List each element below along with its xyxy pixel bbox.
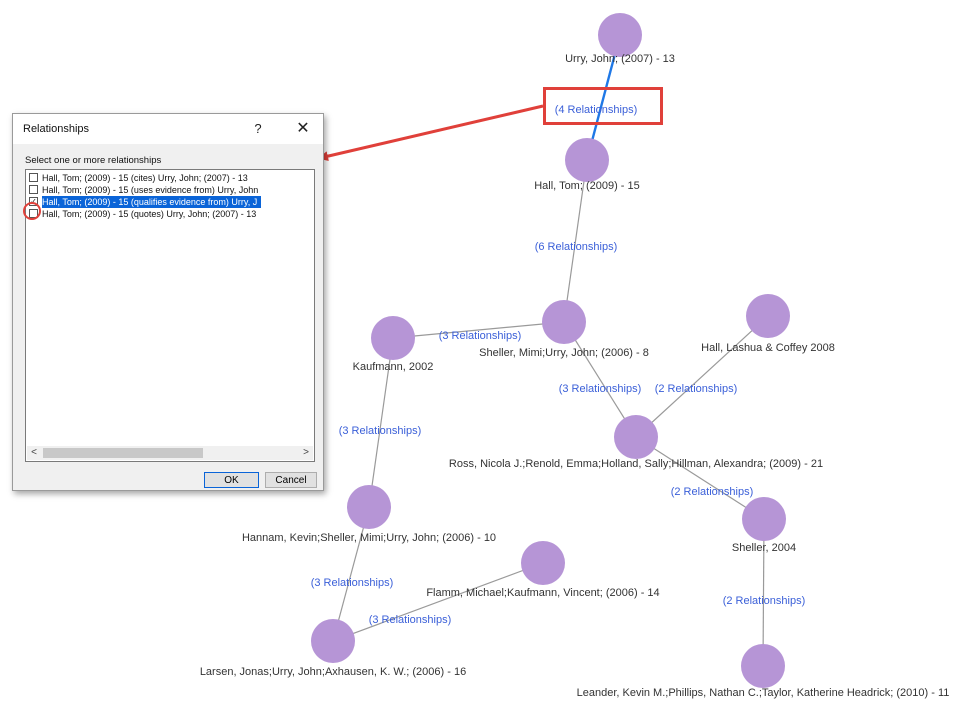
relationship-item[interactable]: Hall, Tom; (2009) - 15 (cites) Urry, Joh… bbox=[28, 172, 312, 184]
node-label: Leander, Kevin M.;Phillips, Nathan C.;Ta… bbox=[577, 687, 950, 699]
node-label: Hannam, Kevin;Sheller, Mimi;Urry, John; … bbox=[242, 532, 496, 544]
edge-label[interactable]: (2 Relationships) bbox=[655, 383, 738, 395]
graph-edge[interactable] bbox=[635, 436, 765, 520]
edge-label[interactable]: (3 Relationships) bbox=[311, 577, 394, 589]
relationship-item-label: Hall, Tom; (2009) - 15 (cites) Urry, Joh… bbox=[42, 173, 248, 183]
help-button[interactable]: ? bbox=[246, 118, 270, 140]
node-label: Flamm, Michael;Kaufmann, Vincent; (2006)… bbox=[426, 587, 659, 599]
relationship-item[interactable]: ✓ Hall, Tom; (2009) - 15 (qualifies evid… bbox=[28, 196, 312, 208]
relationship-checkbox[interactable] bbox=[29, 185, 38, 194]
graph-node[interactable] bbox=[614, 415, 658, 459]
relationships-dialog: Relationships ? ✕ Select one or more rel… bbox=[12, 113, 324, 491]
edge-label[interactable]: (3 Relationships) bbox=[559, 383, 642, 395]
node-label: Sheller, 2004 bbox=[732, 542, 796, 554]
node-label: Larsen, Jonas;Urry, John;Axhausen, K. W.… bbox=[200, 666, 466, 678]
graph-node[interactable] bbox=[565, 138, 609, 182]
scrollbar-thumb[interactable] bbox=[43, 448, 203, 458]
node-label: Hall, Lashua & Coffey 2008 bbox=[701, 342, 835, 354]
close-button[interactable]: ✕ bbox=[291, 118, 315, 140]
graph-node[interactable] bbox=[521, 541, 565, 585]
horizontal-scrollbar[interactable]: < > bbox=[27, 446, 313, 460]
edge-label[interactable]: (2 Relationships) bbox=[723, 595, 806, 607]
relationship-item-label: Hall, Tom; (2009) - 15 (qualifies eviden… bbox=[42, 196, 262, 208]
edge-label[interactable]: (3 Relationships) bbox=[339, 425, 422, 437]
dialog-titlebar[interactable]: Relationships ? ✕ bbox=[13, 114, 323, 144]
edge-label[interactable]: (3 Relationships) bbox=[369, 614, 452, 626]
node-label: Hall, Tom; (2009) - 15 bbox=[534, 180, 640, 192]
graph-node[interactable] bbox=[742, 497, 786, 541]
checkbox-highlight-circle bbox=[23, 202, 41, 220]
graph-node[interactable] bbox=[741, 644, 785, 688]
node-label: Ross, Nicola J.;Renold, Emma;Holland, Sa… bbox=[449, 458, 823, 470]
graph-node[interactable] bbox=[371, 316, 415, 360]
node-label: Sheller, Mimi;Urry, John; (2006) - 8 bbox=[479, 347, 649, 359]
graph-edge[interactable] bbox=[635, 315, 769, 438]
node-label: Kaufmann, 2002 bbox=[353, 361, 434, 373]
node-label: Urry, John; (2007) - 13 bbox=[565, 53, 675, 65]
graph-edge[interactable] bbox=[332, 562, 544, 642]
edge-highlight-box bbox=[543, 87, 663, 125]
edge-label[interactable]: (3 Relationships) bbox=[439, 330, 522, 342]
scroll-left-icon[interactable]: < bbox=[27, 446, 41, 460]
graph-node[interactable] bbox=[347, 485, 391, 529]
graph-node[interactable] bbox=[311, 619, 355, 663]
relationship-item-label: Hall, Tom; (2009) - 15 (uses evidence fr… bbox=[42, 185, 259, 195]
relationships-listbox[interactable]: Hall, Tom; (2009) - 15 (cites) Urry, Joh… bbox=[25, 169, 315, 462]
graph-node[interactable] bbox=[746, 294, 790, 338]
cancel-button[interactable]: Cancel bbox=[265, 472, 317, 488]
relationship-item[interactable]: Hall, Tom; (2009) - 15 (uses evidence fr… bbox=[28, 184, 312, 196]
relationship-item-label: Hall, Tom; (2009) - 15 (quotes) Urry, Jo… bbox=[42, 209, 257, 219]
dialog-prompt: Select one or more relationships bbox=[25, 155, 162, 166]
dialog-title: Relationships bbox=[23, 123, 90, 135]
relationship-item[interactable]: Hall, Tom; (2009) - 15 (quotes) Urry, Jo… bbox=[28, 208, 312, 220]
edge-label[interactable]: (6 Relationships) bbox=[535, 241, 618, 253]
graph-node[interactable] bbox=[598, 13, 642, 57]
edge-label[interactable]: (2 Relationships) bbox=[671, 486, 754, 498]
ok-button[interactable]: OK bbox=[204, 472, 259, 488]
graph-node[interactable] bbox=[542, 300, 586, 344]
scroll-right-icon[interactable]: > bbox=[299, 446, 313, 460]
relationship-checkbox[interactable] bbox=[29, 173, 38, 182]
callout-arrow bbox=[318, 104, 544, 162]
